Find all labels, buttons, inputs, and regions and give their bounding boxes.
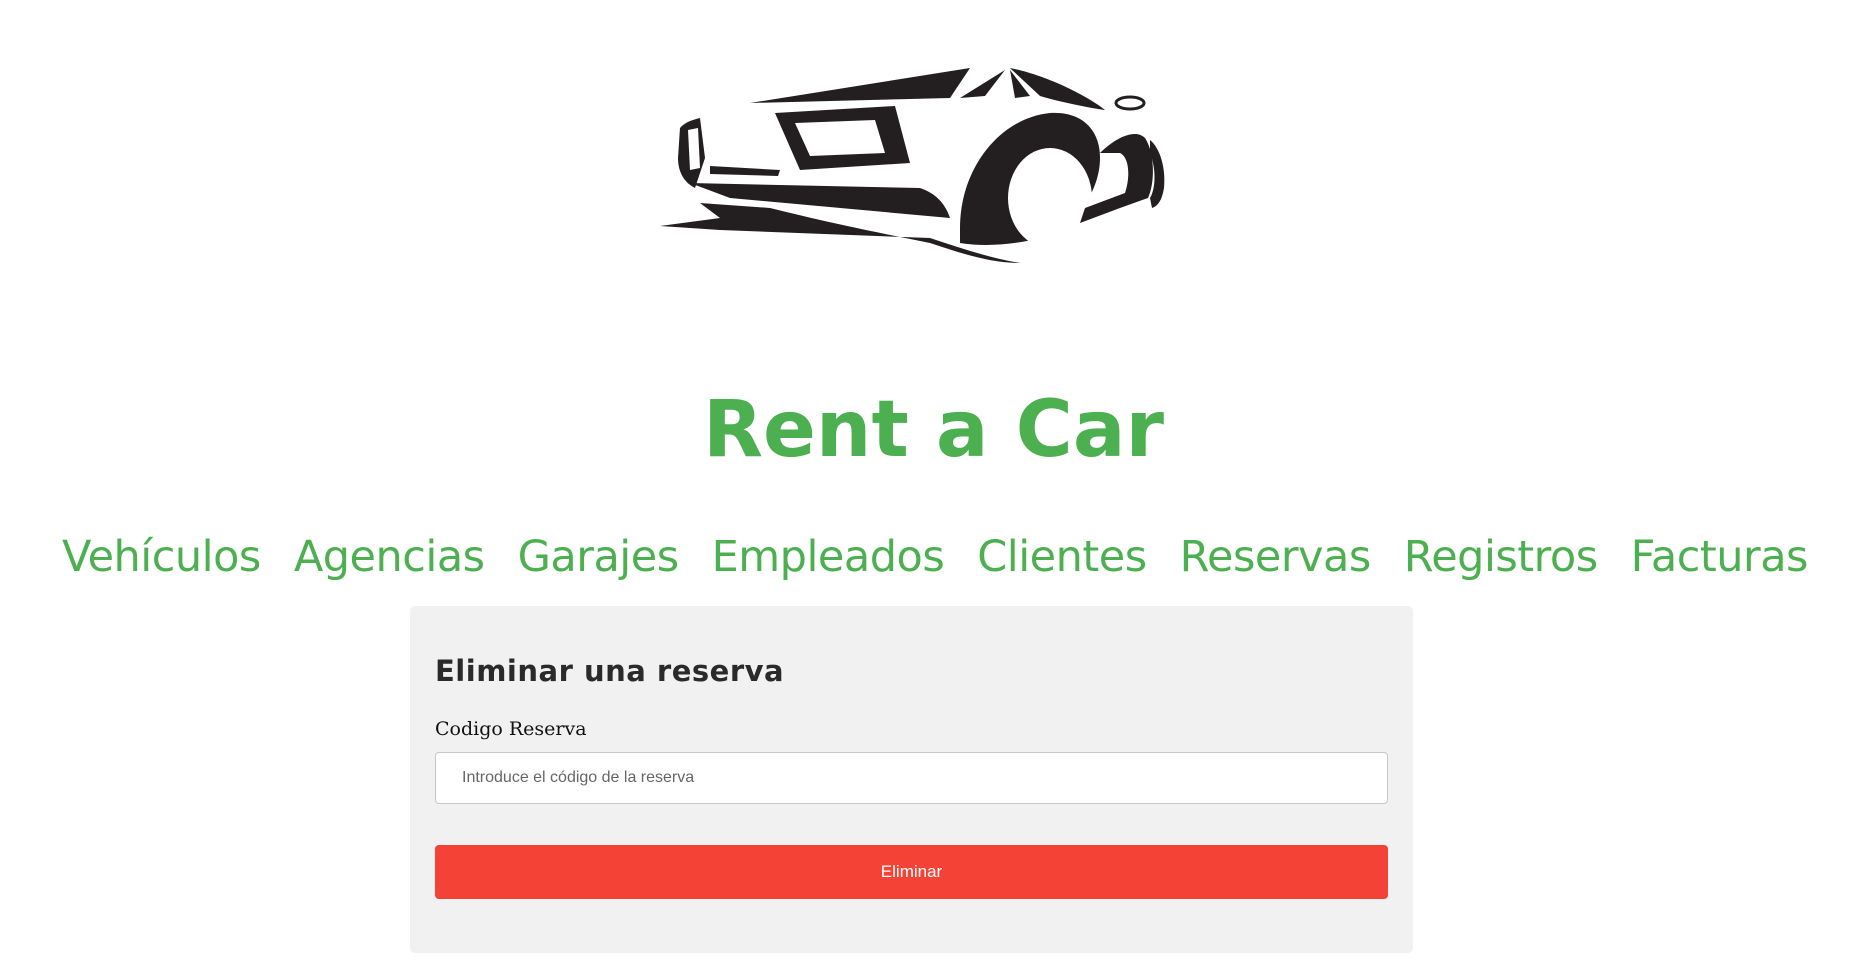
- form-title: Eliminar una reserva: [435, 654, 785, 688]
- delete-button[interactable]: Eliminar: [435, 845, 1388, 899]
- site-title: Rent a Car: [702, 385, 1165, 475]
- nav-item-facturas[interactable]: Facturas: [1631, 522, 1809, 592]
- nav-item-agencias[interactable]: Agencias: [294, 522, 485, 592]
- code-label: Codigo Reserva: [435, 718, 587, 740]
- nav-item-reservas[interactable]: Reservas: [1180, 522, 1372, 592]
- page: Rent a Car Vehículos Agencias Garajes Em…: [0, 0, 1867, 974]
- nav-item-garajes[interactable]: Garajes: [518, 522, 680, 592]
- logo: [660, 58, 1170, 268]
- nav-item-clientes[interactable]: Clientes: [977, 522, 1147, 592]
- reservation-code-input[interactable]: [435, 752, 1388, 804]
- nav-item-empleados[interactable]: Empleados: [712, 522, 945, 592]
- delete-reservation-form: Eliminar una reserva Codigo Reserva Elim…: [410, 606, 1413, 953]
- nav-item-registros[interactable]: Registros: [1404, 522, 1598, 592]
- main-nav: Vehículos Agencias Garajes Empleados Cli…: [40, 522, 1830, 592]
- nav-item-vehiculos[interactable]: Vehículos: [62, 522, 261, 592]
- car-silhouette-icon: [660, 68, 1165, 263]
